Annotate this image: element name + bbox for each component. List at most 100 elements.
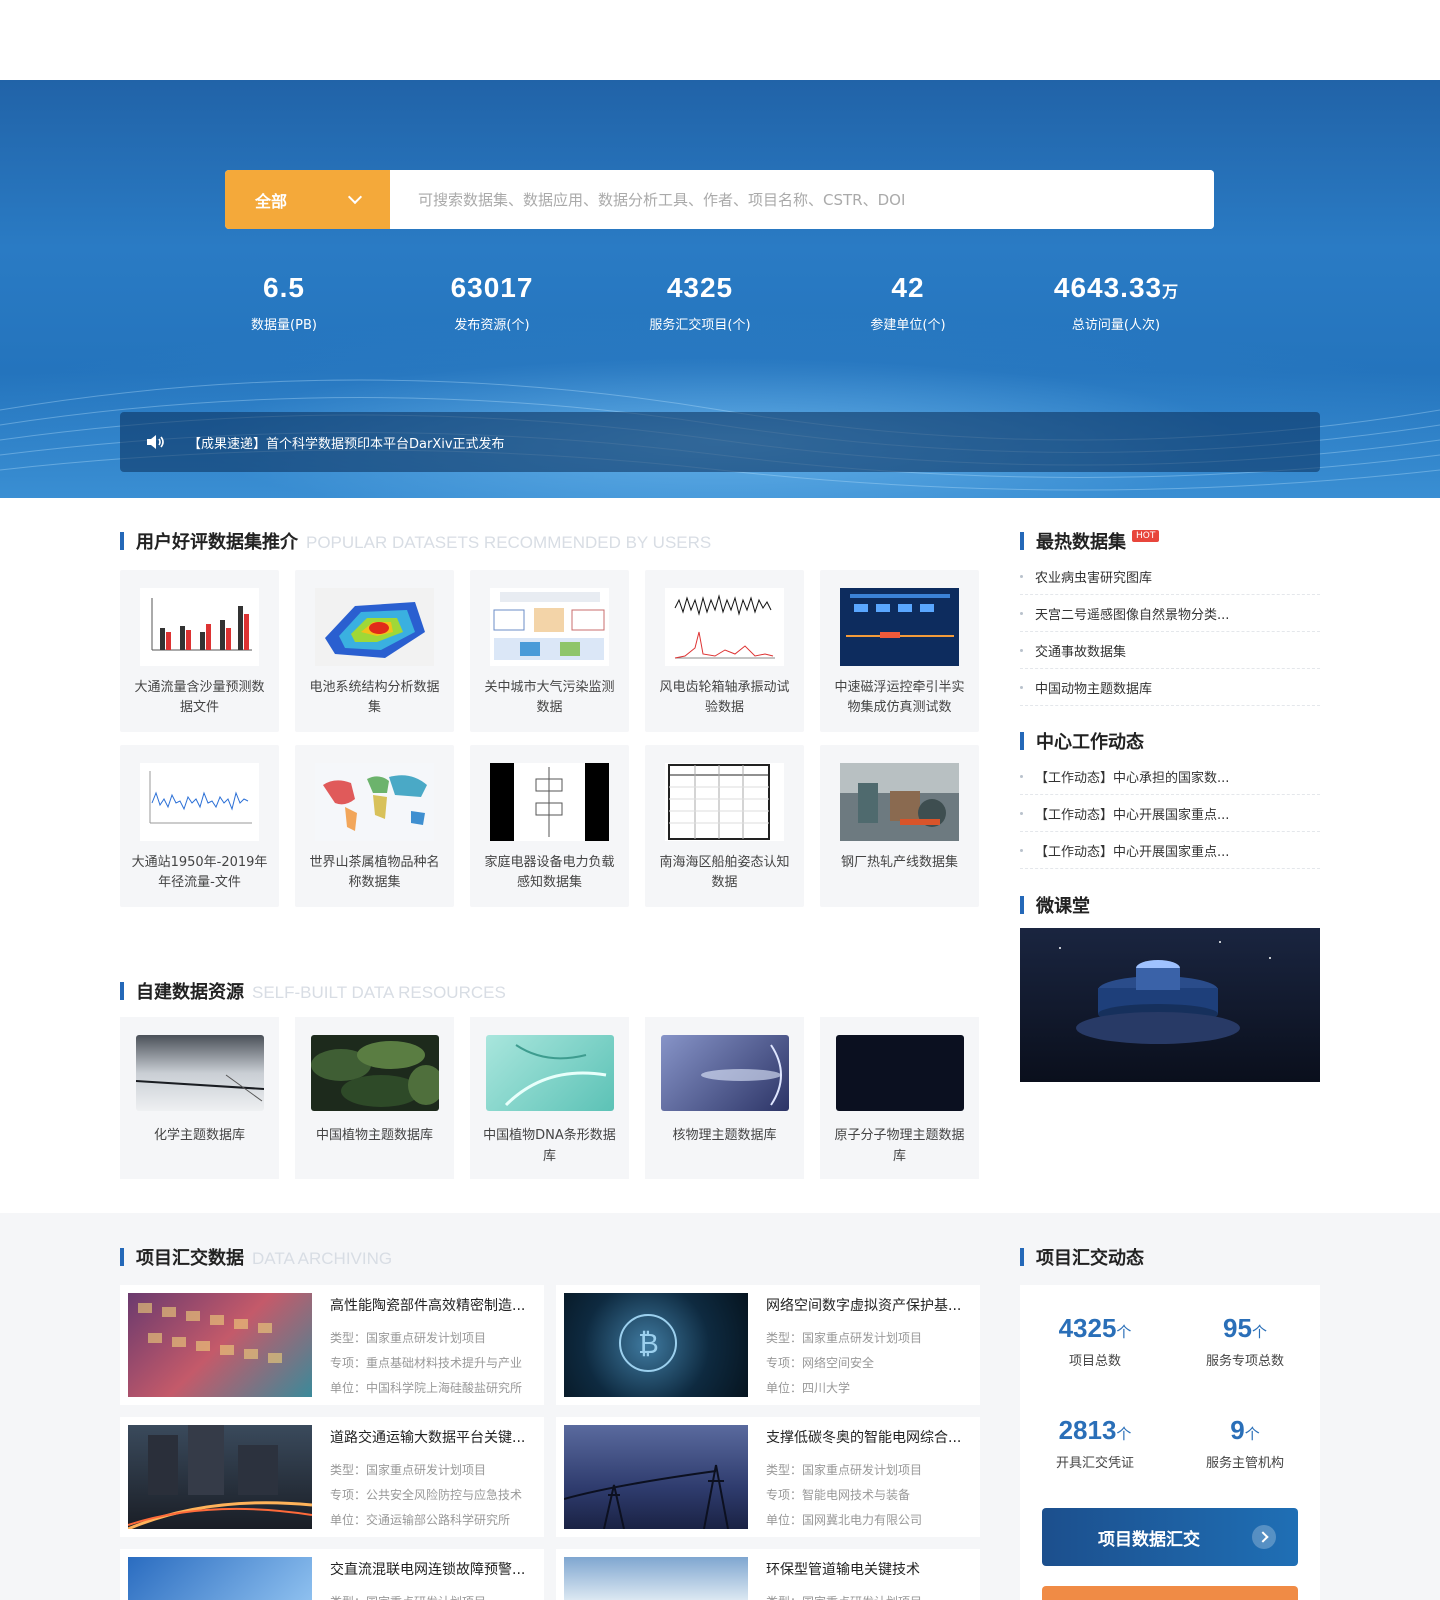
resources-section-title: 自建数据资源 SELF-BUILT DATA RESOURCES	[120, 978, 506, 1004]
dataset-label: 大通站1950年-2019年年径流量-文件	[131, 855, 268, 890]
chevron-down-icon	[347, 189, 363, 205]
project-card[interactable]: 环保型管道输电关键技术 类型：国家重点研发计划项目	[556, 1549, 980, 1600]
dataset-thumbnail	[840, 763, 959, 841]
dataset-label: 世界山茶属植物品种名称数据集	[309, 855, 440, 890]
project-type: 类型：国家重点研发计划项目	[766, 1593, 971, 1600]
dataset-label: 中速磁浮运控牵引半实物集成仿真测试数	[834, 680, 965, 715]
course-image[interactable]	[1020, 928, 1320, 1082]
resource-label: 中国植物主题数据库	[315, 1128, 433, 1143]
hero-banner: 全部 6.5 数据量(PB) 63017 发布资源(个) 4325 服务汇交项目…	[0, 80, 1440, 498]
project-unit: 单位：四川大学	[766, 1381, 851, 1395]
resource-card[interactable]: 化学主题数据库	[120, 1017, 279, 1179]
dataset-card[interactable]: 电池系统结构分析数据集	[295, 570, 454, 732]
project-card[interactable]: 道路交通运输大数据平台关键... 类型：国家重点研发计划项目 专项：公共安全风险…	[120, 1417, 544, 1537]
project-image	[564, 1425, 748, 1529]
dataset-card[interactable]: 家庭电器设备电力负载感知数据集	[470, 745, 629, 907]
project-title: 网络空间数字虚拟资产保护基...	[766, 1298, 962, 1314]
project-special: 专项：公共安全风险防控与应急技术	[330, 1488, 523, 1502]
stat-units: 42 参建单位(个)	[870, 272, 946, 333]
resource-thumbnail	[136, 1035, 264, 1111]
resource-label: 核物理主题数据库	[672, 1128, 777, 1143]
dataset-label: 大通流量含沙量预测数据文件	[134, 680, 265, 715]
summary-stat: 2813个 开具汇交凭证	[1055, 1415, 1134, 1471]
chevron-right-icon	[1252, 1525, 1276, 1549]
dataset-thumbnail	[140, 763, 259, 841]
hot-list-item[interactable]: 农业病虫害研究图库	[1020, 558, 1320, 595]
project-image	[128, 1425, 312, 1529]
projects-section-title: 项目汇交数据 DATA ARCHIVING	[120, 1244, 392, 1270]
dataset-card[interactable]: 关中城市大气污染监测数据	[470, 570, 629, 732]
hot-section-title: 最热数据集 HOT	[1020, 528, 1160, 554]
dataset-thumbnail	[840, 588, 959, 666]
project-image: ₿	[564, 1293, 748, 1397]
dataset-card[interactable]: 钢厂热轧产线数据集	[820, 745, 979, 907]
summary-panel: 4325个 项目总数 95个 服务专项总数 2813个 开具汇交凭证 9个 服务…	[1020, 1285, 1320, 1600]
secondary-button[interactable]	[1042, 1586, 1298, 1600]
project-image	[564, 1557, 748, 1600]
project-submit-button[interactable]: 项目数据汇交	[1042, 1508, 1298, 1566]
project-card[interactable]: ₿ 网络空间数字虚拟资产保护基... 类型：国家重点研发计划项目 专项：网络空间…	[556, 1285, 980, 1405]
stat-data-volume: 6.5 数据量(PB)	[251, 272, 317, 333]
search-category-label: 全部	[255, 191, 288, 211]
dataset-card[interactable]: 风电齿轮箱轴承振动试验数据	[645, 570, 804, 732]
dataset-card[interactable]: 中速磁浮运控牵引半实物集成仿真测试数	[820, 570, 979, 732]
dataset-thumbnail	[665, 588, 784, 666]
hot-list-item[interactable]: 天宫二号遥感图像自然景物分类...	[1020, 595, 1320, 632]
resource-card[interactable]: 原子分子物理主题数据库	[820, 1017, 979, 1179]
stat-resources: 63017 发布资源(个)	[450, 272, 534, 333]
project-unit: 单位：中国科学院上海硅酸盐研究所	[330, 1381, 523, 1395]
hot-list-item[interactable]: 交通事故数据集	[1020, 632, 1320, 669]
resource-label: 化学主题数据库	[153, 1128, 245, 1143]
dataset-card[interactable]: 大通站1950年-2019年年径流量-文件	[120, 745, 279, 907]
dataset-thumbnail	[490, 588, 609, 666]
project-type: 类型：国家重点研发计划项目	[330, 1593, 535, 1600]
resource-label: 原子分子物理主题数据库	[834, 1128, 965, 1164]
dataset-card[interactable]: 世界山茶属植物品种名称数据集	[295, 745, 454, 907]
search-category-select[interactable]: 全部	[225, 170, 390, 229]
project-special: 专项：网络空间安全	[766, 1356, 875, 1370]
dataset-thumbnail	[315, 763, 434, 841]
hot-list-item[interactable]: 中国动物主题数据库	[1020, 669, 1320, 706]
dataset-label: 关中城市大气污染监测数据	[484, 680, 615, 715]
resource-thumbnail	[836, 1035, 964, 1111]
project-image	[128, 1293, 312, 1397]
news-list-item[interactable]: 【工作动态】中心开展国家重点...	[1020, 832, 1320, 869]
project-image	[128, 1557, 312, 1600]
dataset-thumbnail	[665, 763, 784, 841]
resource-thumbnail	[311, 1035, 439, 1111]
project-title: 交直流混联电网连锁故障预警...	[330, 1562, 526, 1578]
project-card[interactable]: 支撑低碳冬奥的智能电网综合... 类型：国家重点研发计划项目 专项：智能电网技术…	[556, 1417, 980, 1537]
project-special: 专项：智能电网技术与装备	[766, 1488, 911, 1502]
notice-text[interactable]: 【成果速递】首个科学数据预印本平台DarXiv正式发布	[188, 433, 505, 452]
dataset-card[interactable]: 南海海区船舶姿态认知数据	[645, 745, 804, 907]
resource-label: 中国植物DNA条形数据库	[483, 1128, 616, 1164]
project-title: 环保型管道输电关键技术	[766, 1562, 920, 1578]
resource-card[interactable]: 中国植物DNA条形数据库	[470, 1017, 629, 1179]
resource-thumbnail	[661, 1035, 789, 1111]
project-card[interactable]: 交直流混联电网连锁故障预警... 类型：国家重点研发计划项目	[120, 1549, 544, 1600]
dataset-card[interactable]: 大通流量含沙量预测数据文件	[120, 570, 279, 732]
speaker-icon	[147, 435, 164, 449]
project-unit: 单位：交通运输部公路科学研究所	[330, 1513, 511, 1527]
project-type: 类型：国家重点研发计划项目	[330, 1463, 487, 1477]
dataset-label: 风电齿轮箱轴承振动试验数据	[659, 680, 790, 715]
resource-thumbnail	[486, 1035, 614, 1111]
project-card[interactable]: 高性能陶瓷部件高效精密制造... 类型：国家重点研发计划项目 专项：重点基础材料…	[120, 1285, 544, 1405]
search-bar: 全部	[225, 170, 1214, 229]
project-unit: 单位：国网冀北电力有限公司	[766, 1513, 923, 1527]
search-input[interactable]	[390, 170, 1214, 229]
project-type: 类型：国家重点研发计划项目	[766, 1331, 923, 1345]
stat-visits: 4643.33万 总访问量(人次)	[1053, 272, 1179, 333]
notice-bar: 【成果速递】首个科学数据预印本平台DarXiv正式发布	[120, 412, 1320, 472]
news-list-item[interactable]: 【工作动态】中心承担的国家数...	[1020, 758, 1320, 795]
popular-section-title: 用户好评数据集推介 POPULAR DATASETS RECOMMENDED B…	[120, 528, 711, 554]
resource-card[interactable]: 中国植物主题数据库	[295, 1017, 454, 1179]
stat-projects: 4325 服务汇交项目(个)	[649, 272, 751, 333]
resource-card[interactable]: 核物理主题数据库	[645, 1017, 804, 1179]
summary-section-title: 项目汇交动态	[1020, 1244, 1144, 1270]
project-type: 类型：国家重点研发计划项目	[330, 1331, 487, 1345]
news-list: 【工作动态】中心承担的国家数... 【工作动态】中心开展国家重点... 【工作动…	[1020, 758, 1320, 869]
dataset-thumbnail	[490, 763, 609, 841]
news-list-item[interactable]: 【工作动态】中心开展国家重点...	[1020, 795, 1320, 832]
summary-stat: 4325个 项目总数	[1058, 1313, 1132, 1369]
